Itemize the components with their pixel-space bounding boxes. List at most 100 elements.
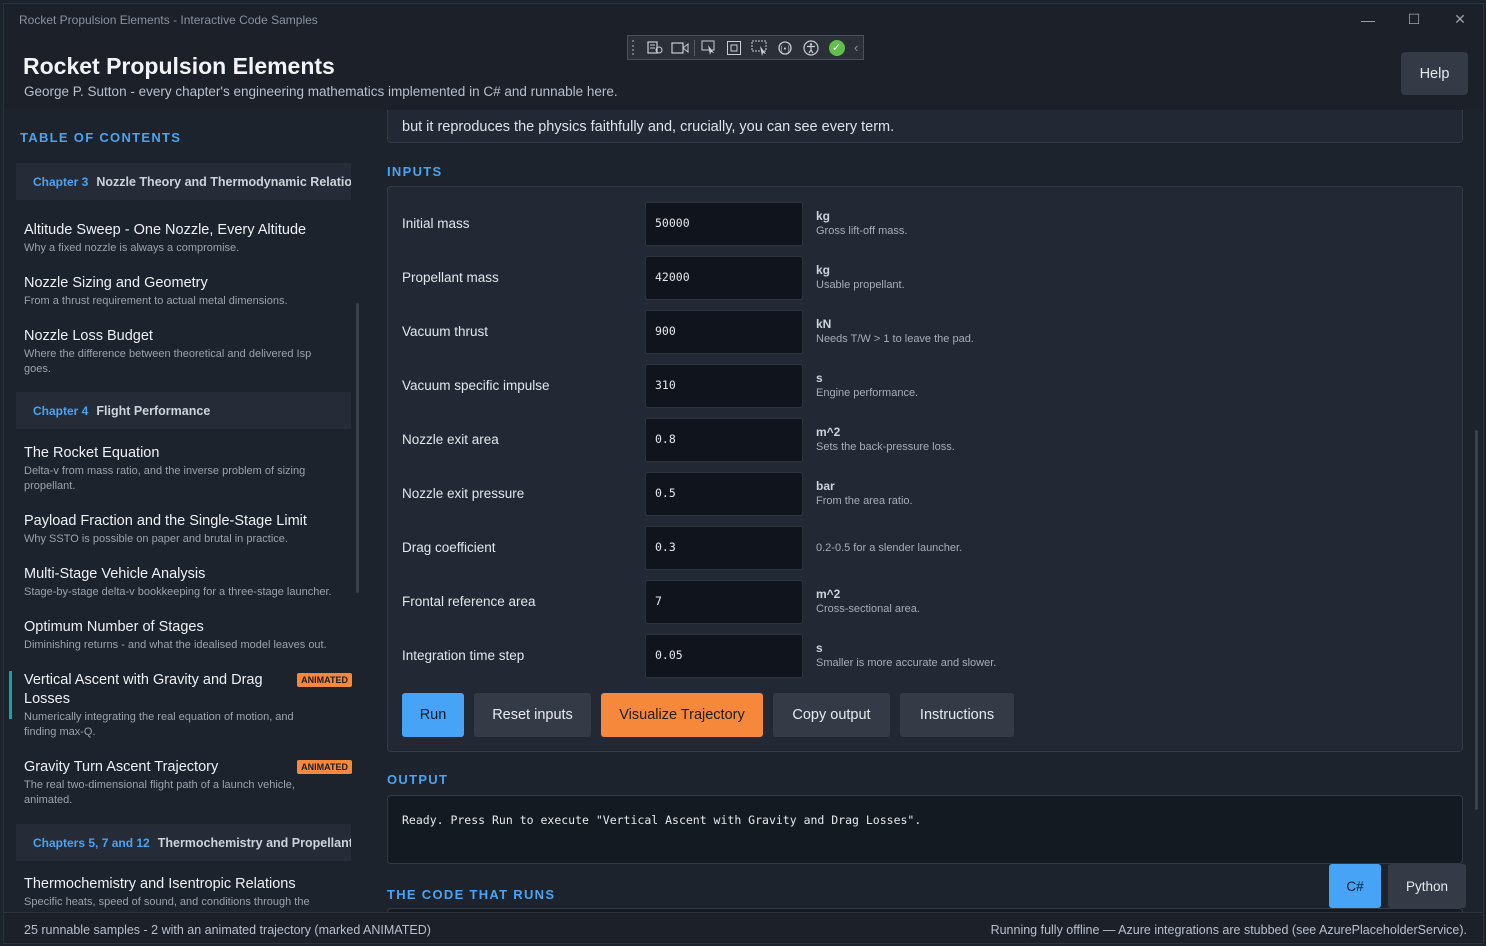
sidebar-item-title: Nozzle Sizing and Geometry	[24, 275, 208, 291]
sidebar-item-desc: Why SSTO is possible on paper and brutal…	[24, 533, 288, 545]
sidebar: TABLE OF CONTENTS Chapter 3 Nozzle Theor…	[4, 110, 360, 912]
sidebar-item-desc: Where the difference between theoretical…	[24, 348, 312, 375]
nozzle-exit-area-input[interactable]: 0.8	[645, 418, 803, 462]
input-hint: Gross lift-off mass.	[816, 225, 908, 237]
window-controls: — ☐ ✕	[1345, 4, 1483, 35]
csharp-tab[interactable]: C#	[1329, 864, 1381, 908]
sidebar-item-title: Nozzle Loss Budget	[24, 328, 153, 344]
sidebar-item-desc: Specific heats, speed of sound, and cond…	[24, 896, 310, 912]
input-row: Integration time step 0.05 s Smaller is …	[388, 634, 1462, 678]
sidebar-item[interactable]: Nozzle Sizing and Geometry From a thrust…	[24, 274, 354, 309]
input-label: Initial mass	[402, 216, 470, 231]
chapter-title: Flight Performance	[96, 403, 211, 418]
input-hint: From the area ratio.	[816, 495, 913, 507]
visualize-trajectory-button[interactable]: Visualize Trajectory	[601, 693, 763, 737]
sidebar-item[interactable]: Gravity Turn Ascent Trajectory ANIMATED …	[24, 758, 354, 808]
main-scrollbar[interactable]	[1475, 430, 1478, 810]
live-tree-icon[interactable]	[642, 37, 668, 59]
input-unit: m^2	[816, 425, 841, 439]
reset-inputs-button[interactable]: Reset inputs	[474, 693, 591, 737]
adorner-icon[interactable]	[747, 37, 773, 59]
instructions-button[interactable]: Instructions	[900, 693, 1014, 737]
sidebar-scrollbar[interactable]	[356, 303, 359, 593]
svg-text:(•): (•)	[781, 45, 791, 53]
chapter-title: Thermochemistry and Propellants	[157, 835, 351, 850]
sidebar-item[interactable]: Thermochemistry and Isentropic Relations…	[24, 875, 334, 912]
chapter-header[interactable]: Chapter 3 Nozzle Theory and Thermodynami…	[16, 163, 351, 200]
sidebar-item-desc: Delta-v from mass ratio, and the inverse…	[24, 465, 306, 492]
specific-impulse-input[interactable]: 310	[645, 364, 803, 408]
help-button[interactable]: Help	[1401, 52, 1468, 95]
input-label: Frontal reference area	[402, 594, 536, 609]
toolbar-separator	[694, 39, 695, 56]
accessibility-icon[interactable]	[798, 37, 824, 59]
chapter-header[interactable]: Chapters 5, 7 and 12 Thermochemistry and…	[16, 824, 351, 861]
status-right: Running fully offline — Azure integratio…	[990, 923, 1467, 937]
sidebar-item-active[interactable]: Vertical Ascent with Gravity and Drag Lo…	[9, 671, 354, 740]
sidebar-item[interactable]: Optimum Number of Stages Diminishing ret…	[24, 618, 354, 653]
sidebar-item[interactable]: Multi-Stage Vehicle Analysis Stage-by-st…	[24, 565, 354, 600]
sidebar-item-title: Thermochemistry and Isentropic Relations	[24, 876, 296, 892]
close-button[interactable]: ✕	[1437, 4, 1483, 35]
input-row: Frontal reference area 7 m^2 Cross-secti…	[388, 580, 1462, 624]
code-heading: THE CODE THAT RUNS	[387, 887, 556, 902]
chapter-number: Chapters 5, 7 and 12	[33, 835, 150, 850]
chapter-number: Chapter 4	[33, 403, 89, 418]
input-hint: Cross-sectional area.	[816, 603, 920, 615]
vacuum-thrust-input[interactable]: 900	[645, 310, 803, 354]
input-row: Drag coefficient 0.3 0.2-0.5 for a slend…	[388, 526, 1462, 570]
run-button[interactable]: Run	[402, 693, 464, 737]
input-unit: s	[816, 371, 823, 385]
status-left: 25 runnable samples - 2 with an animated…	[24, 923, 431, 937]
input-row: Nozzle exit area 0.8 m^2 Sets the back-p…	[388, 418, 1462, 462]
action-buttons: Run Reset inputs Visualize Trajectory Co…	[402, 693, 1014, 737]
input-label: Nozzle exit area	[402, 432, 499, 447]
collapse-chevron-icon[interactable]: ‹	[849, 37, 863, 59]
input-hint: 0.2-0.5 for a slender launcher.	[816, 542, 963, 554]
select-element-icon[interactable]	[696, 37, 722, 59]
input-row: Vacuum specific impulse 310 s Engine per…	[388, 364, 1462, 408]
toolbar-grip-icon[interactable]	[632, 40, 638, 55]
sidebar-item-title: Vertical Ascent with Gravity and Drag Lo…	[24, 672, 263, 707]
drag-coefficient-input[interactable]: 0.3	[645, 526, 803, 570]
app-window: Rocket Propulsion Elements - Interactive…	[3, 3, 1484, 944]
debug-toolbar: (•) ✓ ‹	[627, 35, 864, 60]
input-unit: kg	[816, 209, 831, 223]
bounds-icon[interactable]	[722, 37, 748, 59]
maximize-button[interactable]: ☐	[1391, 4, 1437, 35]
inputs-heading: INPUTS	[387, 164, 443, 179]
input-label: Vacuum thrust	[402, 324, 489, 339]
nozzle-exit-pressure-input[interactable]: 0.5	[645, 472, 803, 516]
sidebar-item[interactable]: Altitude Sweep - One Nozzle, Every Altit…	[24, 221, 354, 256]
inputs-panel: Initial mass 50000 kg Gross lift-off mas…	[387, 186, 1463, 752]
frontal-area-input[interactable]: 7	[645, 580, 803, 624]
chapter-title: Nozzle Theory and Thermodynamic Relation…	[96, 174, 351, 189]
sidebar-item-desc: From a thrust requirement to actual meta…	[24, 295, 288, 307]
input-label: Drag coefficient	[402, 540, 496, 555]
minimize-button[interactable]: —	[1345, 4, 1391, 35]
hot-reload-icon[interactable]: (•)	[773, 37, 799, 59]
python-tab[interactable]: Python	[1388, 864, 1466, 908]
video-icon[interactable]	[667, 37, 693, 59]
input-unit: bar	[816, 479, 835, 493]
copy-output-button[interactable]: Copy output	[773, 693, 890, 737]
output-text: Ready. Press Run to execute "Vertical As…	[402, 813, 922, 827]
sidebar-item[interactable]: Nozzle Loss Budget Where the difference …	[24, 327, 336, 377]
input-hint: Needs T/W > 1 to leave the pad.	[816, 333, 974, 345]
input-label: Propellant mass	[402, 270, 499, 285]
time-step-input[interactable]: 0.05	[645, 634, 803, 678]
window-title: Rocket Propulsion Elements - Interactive…	[19, 13, 318, 27]
sidebar-item[interactable]: The Rocket Equation Delta-v from mass ra…	[24, 444, 334, 494]
propellant-mass-input[interactable]: 42000	[645, 256, 803, 300]
input-unit: kN	[816, 317, 832, 331]
initial-mass-input[interactable]: 50000	[645, 202, 803, 246]
sidebar-item[interactable]: Payload Fraction and the Single-Stage Li…	[24, 512, 354, 547]
check-icon[interactable]: ✓	[824, 37, 850, 59]
input-label: Integration time step	[402, 648, 525, 663]
animated-badge: ANIMATED	[297, 673, 352, 687]
status-bar: 25 runnable samples - 2 with an animated…	[4, 912, 1483, 943]
input-hint: Engine performance.	[816, 387, 919, 399]
chapter-header[interactable]: Chapter 4 Flight Performance	[16, 392, 351, 429]
sidebar-item-title: Altitude Sweep - One Nozzle, Every Altit…	[24, 222, 307, 238]
toc-heading: TABLE OF CONTENTS	[20, 130, 182, 145]
